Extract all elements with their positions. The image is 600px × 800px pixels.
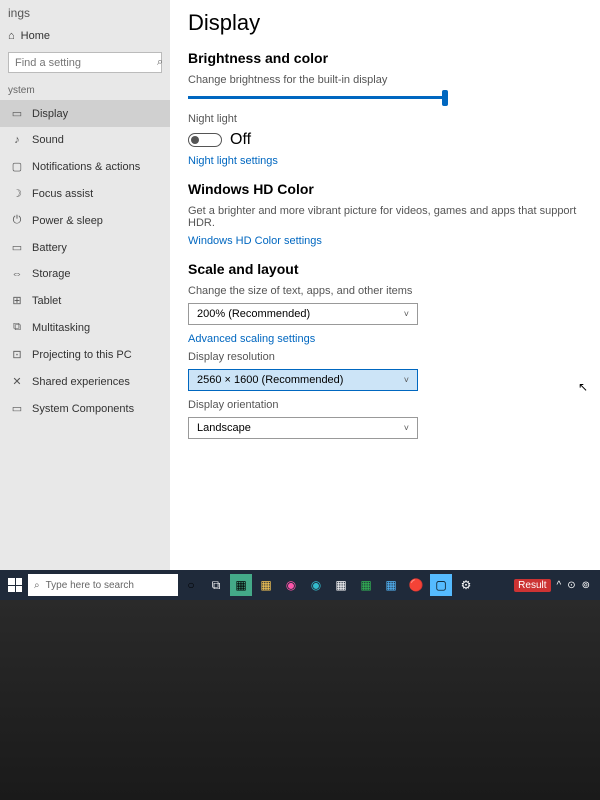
- night-light-label: Night light: [188, 113, 582, 125]
- tray-icon[interactable]: ⊚: [582, 580, 590, 591]
- brightness-slider[interactable]: [188, 96, 448, 99]
- sidebar-list: ▭Display ♪Sound ▢Notifications & actions…: [0, 100, 170, 600]
- tray-icon[interactable]: ⊙: [567, 580, 575, 591]
- chevron-down-icon: ˅: [404, 423, 409, 433]
- home-icon: ⌂: [8, 30, 15, 42]
- resolution-value: 2560 × 1600 (Recommended): [197, 374, 343, 386]
- sidebar-item-tablet[interactable]: ⊞Tablet: [0, 287, 170, 314]
- settings-sidebar: ings ⌂ Home ⌕ ystem ▭Display ♪Sound ▢Not…: [0, 0, 170, 600]
- brightness-heading: Brightness and color: [188, 50, 582, 66]
- taskbar: ⌕ Type here to search ○ ⧉ ▦ ▦ ◉ ◉ ▦ ▦ ▦ …: [0, 570, 600, 600]
- app-icon[interactable]: ▦: [230, 574, 252, 596]
- hd-color-desc: Get a brighter and more vibrant picture …: [188, 205, 582, 229]
- sidebar-category: ystem: [0, 81, 170, 100]
- toggle-switch[interactable]: [188, 133, 222, 147]
- taskbar-apps: ○ ⧉ ▦ ▦ ◉ ◉ ▦ ▦ ▦ 🔴 ▢ ⚙: [180, 574, 477, 596]
- page-title: Display: [188, 10, 582, 36]
- orientation-value: Landscape: [197, 422, 251, 434]
- multitasking-icon: ⧉: [10, 321, 24, 334]
- copilot-icon[interactable]: ◉: [280, 574, 302, 596]
- sidebar-item-display[interactable]: ▭Display: [0, 100, 170, 127]
- app-icon[interactable]: ▦: [330, 574, 352, 596]
- sidebar-item-power[interactable]: ⏻Power & sleep: [0, 207, 170, 234]
- physical-keyboard: [0, 600, 600, 800]
- hd-color-link[interactable]: Windows HD Color settings: [188, 235, 582, 247]
- sidebar-item-sound[interactable]: ♪Sound: [0, 127, 170, 153]
- battery-icon: ▭: [10, 241, 24, 254]
- text-size-dropdown[interactable]: 200% (Recommended) ˅: [188, 303, 418, 325]
- focus-icon: ☽: [10, 187, 24, 200]
- sidebar-item-notifications[interactable]: ▢Notifications & actions: [0, 153, 170, 180]
- edge-icon[interactable]: ◉: [305, 574, 327, 596]
- resolution-dropdown[interactable]: 2560 × 1600 (Recommended) ˅: [188, 369, 418, 391]
- advanced-scaling-link[interactable]: Advanced scaling settings: [188, 333, 582, 345]
- sidebar-search[interactable]: ⌕: [8, 52, 162, 73]
- chrome-icon[interactable]: 🔴: [405, 574, 427, 596]
- night-light-settings-link[interactable]: Night light settings: [188, 155, 582, 167]
- mouse-cursor: ↖: [578, 380, 588, 394]
- slider-thumb[interactable]: [442, 90, 448, 106]
- photos-icon[interactable]: ▢: [430, 574, 452, 596]
- sidebar-item-components[interactable]: ▭System Components: [0, 395, 170, 422]
- taskbar-tray: Result ^ ⊙ ⊚: [514, 579, 596, 592]
- explorer-icon[interactable]: ▦: [255, 574, 277, 596]
- search-icon: ⌕: [34, 580, 40, 591]
- sidebar-item-multitasking[interactable]: ⧉Multitasking: [0, 314, 170, 341]
- sidebar-item-battery[interactable]: ▭Battery: [0, 234, 170, 261]
- projecting-icon: ⊡: [10, 348, 24, 361]
- app-icon[interactable]: ▦: [355, 574, 377, 596]
- notifications-icon: ▢: [10, 160, 24, 173]
- result-badge[interactable]: Result: [514, 579, 550, 592]
- sidebar-item-shared[interactable]: ✕Shared experiences: [0, 368, 170, 395]
- brightness-label: Change brightness for the built-in displ…: [188, 74, 582, 86]
- scale-heading: Scale and layout: [188, 261, 582, 277]
- taskbar-search[interactable]: ⌕ Type here to search: [28, 574, 178, 596]
- text-size-label: Change the size of text, apps, and other…: [188, 285, 582, 297]
- power-icon: ⏻: [10, 214, 24, 227]
- resolution-label: Display resolution: [188, 351, 582, 363]
- text-size-value: 200% (Recommended): [197, 308, 310, 320]
- main-content: Display Brightness and color Change brig…: [170, 0, 600, 600]
- sidebar-item-storage[interactable]: ⇔Storage: [0, 261, 170, 287]
- taskview-icon[interactable]: ⧉: [205, 574, 227, 596]
- search-input[interactable]: [15, 57, 157, 69]
- start-button[interactable]: [4, 574, 26, 596]
- display-icon: ▭: [10, 107, 24, 120]
- sound-icon: ♪: [10, 134, 24, 146]
- store-icon[interactable]: ▦: [380, 574, 402, 596]
- cortana-icon[interactable]: ○: [180, 574, 202, 596]
- components-icon: ▭: [10, 402, 24, 415]
- chevron-down-icon: ˅: [404, 309, 409, 319]
- tray-chevron-icon[interactable]: ^: [557, 580, 562, 591]
- orientation-label: Display orientation: [188, 399, 582, 411]
- tablet-icon: ⊞: [10, 294, 24, 307]
- toggle-state: Off: [230, 131, 251, 149]
- app-title: ings: [8, 6, 162, 20]
- settings-icon[interactable]: ⚙: [455, 574, 477, 596]
- night-light-toggle[interactable]: Off: [188, 131, 582, 149]
- shared-icon: ✕: [10, 375, 24, 388]
- search-icon: ⌕: [157, 56, 163, 69]
- home-label: Home: [21, 30, 50, 42]
- sidebar-item-focus[interactable]: ☽Focus assist: [0, 180, 170, 207]
- chevron-down-icon: ˅: [404, 375, 409, 385]
- storage-icon: ⇔: [10, 268, 24, 280]
- orientation-dropdown[interactable]: Landscape ˅: [188, 417, 418, 439]
- hd-color-heading: Windows HD Color: [188, 181, 582, 197]
- taskbar-search-text: Type here to search: [46, 580, 134, 591]
- sidebar-home[interactable]: ⌂ Home: [8, 24, 162, 48]
- sidebar-item-projecting[interactable]: ⊡Projecting to this PC: [0, 341, 170, 368]
